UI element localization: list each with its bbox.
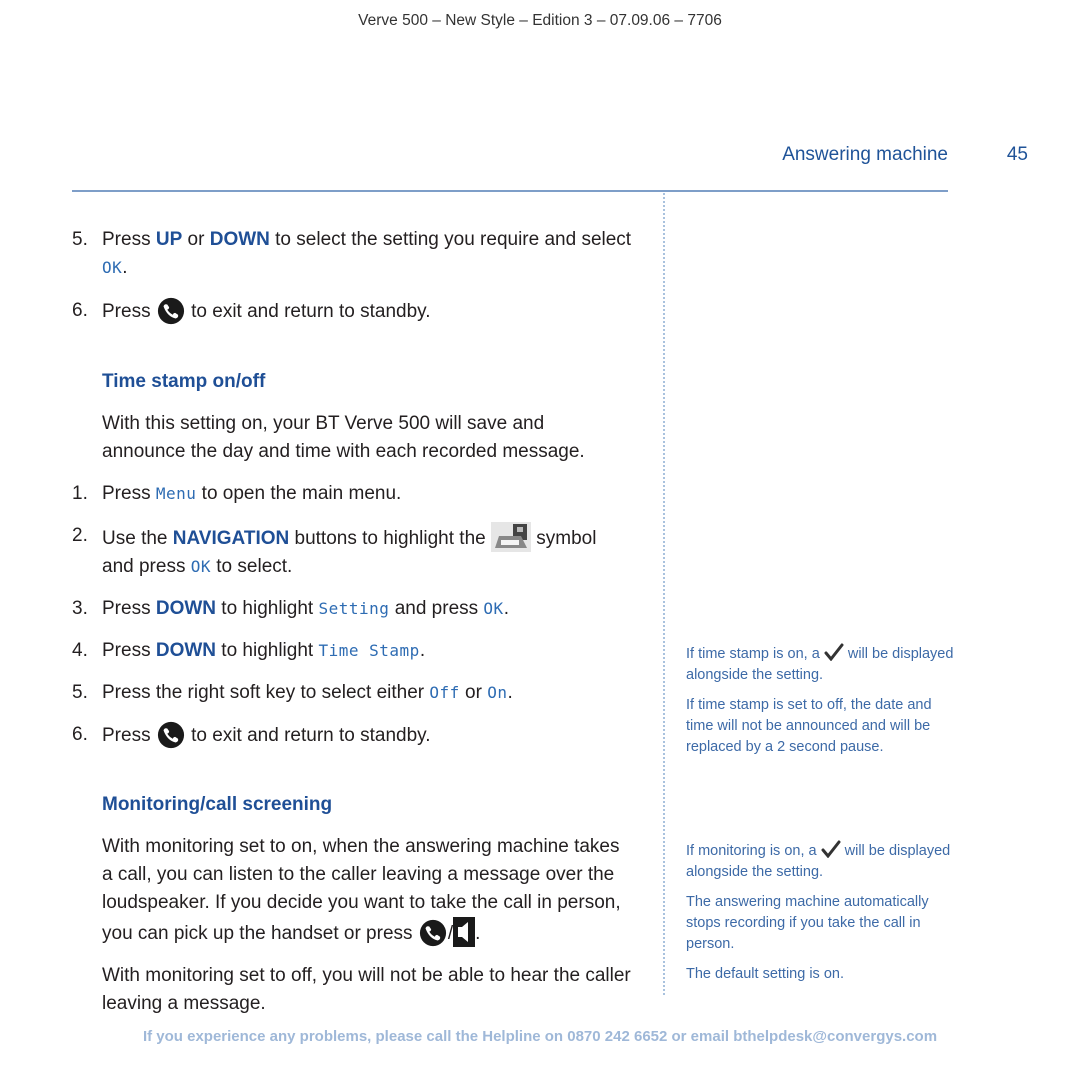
ts-step-3: 3. Press DOWN to highlight Setting and p…	[72, 595, 632, 623]
step-text: Press UP or DOWN to select the setting y…	[102, 229, 632, 278]
note-stops-recording: The answering machine automatically stop…	[686, 894, 929, 952]
ts-step-5: 5. Press the right soft key to select ei…	[72, 679, 632, 707]
step-number: 4.	[72, 640, 88, 661]
monitoring-para-2: With monitoring set to off, you will not…	[102, 965, 631, 1014]
lcd-ok: OK	[102, 258, 123, 277]
note-tick-displayed: If monitoring is on, a will be displayed…	[686, 840, 956, 883]
step-number: 2.	[72, 525, 88, 546]
step-text: Press DOWN to highlight Time Stamp.	[102, 640, 426, 661]
monitoring-section: Monitoring/call screening With monitorin…	[72, 791, 632, 1018]
step-5: 5. Press UP or DOWN to select the settin…	[72, 226, 632, 282]
time-stamp-intro: With this setting on, your BT Verve 500 …	[102, 413, 585, 462]
lcd-time-stamp: Time Stamp	[318, 641, 420, 660]
lcd-setting: Setting	[318, 599, 390, 618]
step-text: Press DOWN to highlight Setting and pres…	[102, 598, 509, 619]
step-number: 5.	[72, 229, 88, 250]
step-text: Press Menu to open the main menu.	[102, 483, 402, 504]
monitoring-para-1: With monitoring set to on, when the answ…	[72, 833, 632, 948]
step-number: 6.	[72, 300, 88, 321]
helpline-footer: If you experience any problems, please c…	[142, 1028, 938, 1045]
document-header: Verve 500 – New Style – Edition 3 – 07.0…	[358, 12, 722, 29]
lcd-ok: OK	[483, 599, 504, 618]
step-number: 5.	[72, 682, 88, 703]
step-text: Press to exit and return to standby.	[102, 297, 632, 326]
header-rule	[72, 190, 948, 192]
lcd-on: On	[487, 683, 508, 702]
end-call-icon	[418, 919, 448, 947]
key-down: DOWN	[155, 640, 217, 661]
section-title: Answering machine	[782, 144, 948, 165]
ts-step-1: 1. Press Menu to open the main menu.	[72, 480, 632, 508]
key-navigation: NAVIGATION	[172, 528, 290, 549]
column-divider	[663, 193, 665, 995]
checkmark-icon	[824, 643, 844, 661]
step-number: 6.	[72, 724, 88, 745]
time-stamp-heading: Time stamp on/off	[102, 371, 266, 392]
sidebar-monitoring-notes: If monitoring is on, a will be displayed…	[686, 840, 956, 994]
step-6: 6. Press to exit and return to standby.	[72, 297, 632, 326]
page-number: 45	[1006, 144, 1028, 165]
time-stamp-section: Time stamp on/off With this setting on, …	[72, 368, 632, 750]
lcd-menu: Menu	[155, 484, 197, 503]
note-default-setting: The default setting is on.	[686, 966, 844, 982]
ts-step-6: 6. Press to exit and return to standby.	[72, 721, 632, 750]
checkmark-icon	[821, 840, 841, 858]
monitoring-heading: Monitoring/call screening	[102, 794, 333, 815]
step-text: Press to exit and return to standby.	[102, 721, 632, 750]
end-call-icon	[156, 721, 186, 749]
answering-machine-icon	[491, 522, 531, 552]
speaker-icon	[453, 917, 476, 947]
key-down: DOWN	[155, 598, 217, 619]
step-number: 3.	[72, 598, 88, 619]
step-text: Use the NAVIGATION buttons to highlight …	[102, 522, 632, 581]
lcd-off: Off	[429, 683, 460, 702]
key-up: UP	[155, 229, 183, 250]
ts-step-2: 2. Use the NAVIGATION buttons to highlig…	[72, 522, 632, 581]
lcd-ok: OK	[190, 557, 211, 576]
step-number: 1.	[72, 483, 88, 504]
sidebar-time-stamp-notes: If time stamp is on, a will be displayed…	[686, 643, 956, 767]
note-time-stamp-off: If time stamp is set to off, the date an…	[686, 697, 932, 755]
top-steps: 5. Press UP or DOWN to select the settin…	[72, 226, 632, 326]
key-down: DOWN	[209, 229, 270, 250]
end-call-icon	[156, 297, 186, 325]
step-text: Press the right soft key to select eithe…	[102, 682, 513, 703]
ts-step-4: 4. Press DOWN to highlight Time Stamp.	[72, 637, 632, 665]
note-tick-displayed: If time stamp is on, a will be displayed…	[686, 643, 956, 686]
